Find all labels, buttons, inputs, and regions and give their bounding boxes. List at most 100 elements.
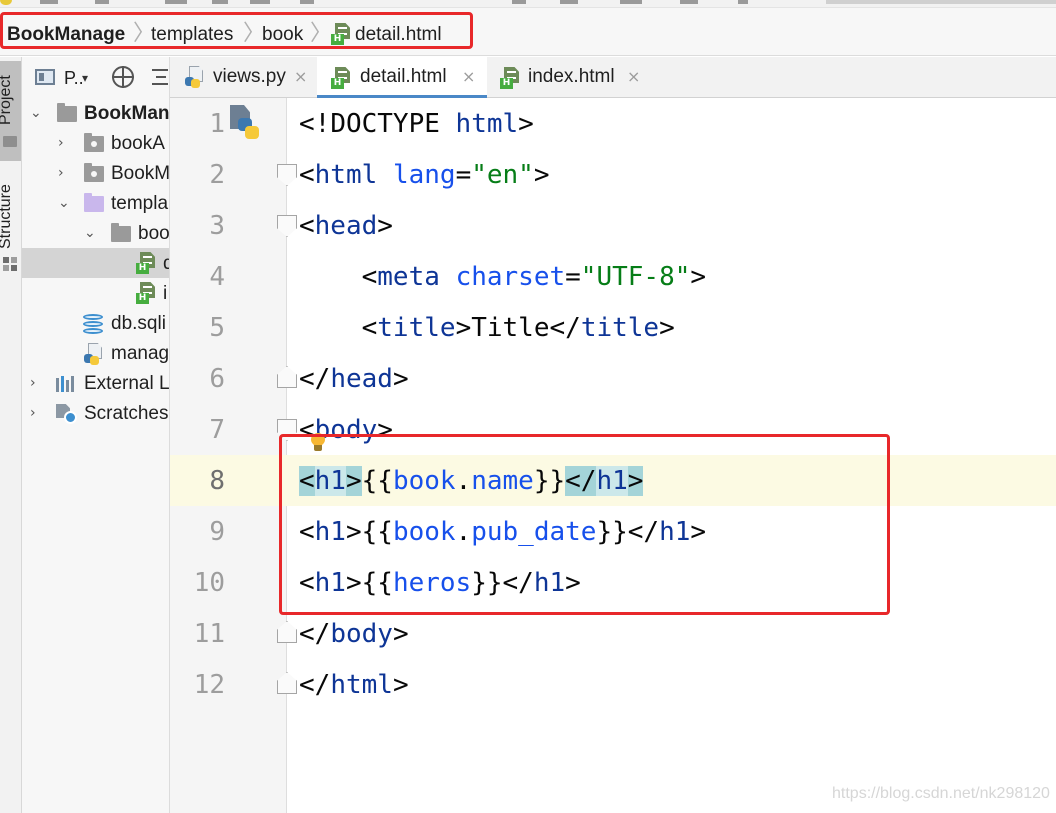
tree-item-label: templa: [111, 193, 169, 214]
tag-name: DOCTYPE: [330, 109, 440, 139]
project-panel: P.. ▾ ⌄ BookMan › bookA › BookM ⌄ templa…: [22, 57, 170, 813]
equals-sign: =: [565, 262, 581, 292]
chevron-down-icon[interactable]: ⌄: [58, 194, 70, 212]
code-line[interactable]: <!DOCTYPE html>: [299, 109, 534, 139]
project-view-icon: [35, 69, 55, 85]
tool-window-strip: Project Structure: [0, 57, 22, 813]
code-line[interactable]: </body>: [299, 619, 409, 649]
chevron-right-icon[interactable]: ›: [58, 164, 64, 182]
code-line[interactable]: </head>: [299, 364, 409, 394]
tag-bracket: >: [455, 313, 472, 343]
tag-bracket: <: [361, 262, 378, 292]
line-number: 8: [209, 466, 225, 496]
code-line[interactable]: <head>: [299, 211, 393, 241]
tag-name: head: [330, 364, 393, 394]
locate-file-icon[interactable]: [112, 66, 134, 88]
tag-name: title: [377, 313, 456, 343]
tag-name: html: [330, 670, 393, 700]
line-number: 12: [193, 670, 225, 700]
tag-bracket: >: [659, 313, 675, 343]
folder-icon: [84, 133, 104, 152]
tree-item-package-folder[interactable]: › BookM: [22, 158, 170, 188]
equals-sign: =: [455, 160, 472, 190]
code-line[interactable]: <meta charset="UTF-8">: [299, 262, 706, 292]
folder-purple-icon: [84, 193, 104, 212]
chevron-right-icon[interactable]: ›: [30, 404, 36, 422]
tree-item-detail-html[interactable]: H d: [22, 248, 169, 278]
tab-detail-html[interactable]: H detail.html ×: [317, 57, 487, 98]
annotation-box-code: [279, 434, 890, 615]
line-number: 7: [209, 415, 225, 445]
project-tool-button[interactable]: Project: [0, 61, 21, 161]
tree-item-label: d: [163, 253, 169, 275]
html-file-icon: H: [136, 252, 156, 274]
app-logo-fragment: [0, 0, 12, 5]
close-icon[interactable]: ×: [294, 67, 307, 87]
tree-item-index-html[interactable]: H i: [22, 278, 169, 308]
chevron-down-icon[interactable]: ⌄: [30, 104, 42, 122]
line-number: 9: [209, 517, 225, 547]
text-content: [299, 313, 362, 343]
code-line[interactable]: <html lang="en">: [299, 160, 550, 190]
chevron-down-icon[interactable]: ⌄: [84, 224, 96, 242]
tag-name: head: [314, 211, 378, 241]
tree-item-templates-folder[interactable]: ⌄ templa: [22, 188, 169, 218]
tab-label: detail.html: [360, 66, 447, 87]
tree-item-scratches[interactable]: › Scratches: [22, 398, 169, 428]
tag-name: html: [314, 160, 378, 190]
text-content: [299, 262, 362, 292]
tree-item-book-folder[interactable]: ⌄ boo: [22, 218, 170, 248]
code-line[interactable]: <title>Title</title>: [299, 313, 675, 343]
line-number: 4: [209, 262, 225, 292]
tag-bracket: >: [392, 619, 409, 649]
code-line[interactable]: </html>: [299, 670, 409, 700]
tree-item-label: BookMan: [84, 103, 170, 124]
tag-bracket: <: [361, 313, 378, 343]
tag-bracket: >: [518, 109, 534, 139]
tree-item-app-folder[interactable]: › bookA: [22, 128, 169, 158]
tree-item-database[interactable]: db.sqli: [22, 308, 169, 338]
tag-name: title: [580, 313, 660, 343]
tag-name: meta: [377, 262, 440, 292]
line-number: 3: [209, 211, 225, 241]
python-file-icon: [230, 105, 262, 141]
editor-tab-bar: views.py × H detail.html × H index.html …: [170, 57, 1056, 98]
project-view-selector[interactable]: P..: [64, 67, 84, 89]
close-icon[interactable]: ×: [462, 67, 475, 87]
html-file-icon: H: [500, 67, 520, 89]
project-panel-header: P.. ▾: [22, 57, 169, 97]
tree-item-project-root[interactable]: ⌄ BookMan: [22, 98, 170, 128]
tab-label: views.py: [213, 66, 286, 87]
library-icon: [56, 376, 78, 392]
chevron-down-icon[interactable]: ▾: [82, 71, 88, 85]
line-number: 5: [209, 313, 225, 343]
folder-icon: [3, 136, 17, 147]
tag-bracket: </: [299, 364, 331, 394]
chevron-right-icon[interactable]: ›: [30, 374, 36, 392]
tag-bracket: >: [690, 262, 707, 292]
tree-item-label: manag: [111, 343, 170, 364]
tree-item-label: External Li: [84, 373, 170, 394]
tree-item-label: Scratches: [84, 403, 169, 424]
tree-item-label: boo: [138, 223, 170, 244]
tree-item-label: i: [163, 283, 168, 304]
tag-bracket: <: [299, 211, 315, 241]
html-file-icon: H: [331, 67, 351, 89]
attribute-name: lang: [392, 160, 456, 190]
tree-item-external-libraries[interactable]: › External Li: [22, 368, 170, 398]
tree-item-manage-py[interactable]: manag: [22, 338, 170, 368]
tab-views-py[interactable]: views.py ×: [170, 57, 316, 98]
tag-bracket: >: [533, 160, 550, 190]
tab-index-html[interactable]: H index.html ×: [488, 57, 650, 98]
collapse-all-icon[interactable]: [150, 66, 169, 88]
tag-bracket: >: [392, 670, 409, 700]
chevron-right-icon[interactable]: ›: [58, 134, 64, 152]
project-tool-label: Project: [0, 75, 14, 125]
line-number: 11: [193, 619, 225, 649]
close-icon[interactable]: ×: [627, 67, 640, 87]
tab-label: index.html: [528, 66, 615, 87]
annotation-box-breadcrumb: [0, 12, 473, 49]
tree-item-label: BookM: [111, 163, 170, 184]
